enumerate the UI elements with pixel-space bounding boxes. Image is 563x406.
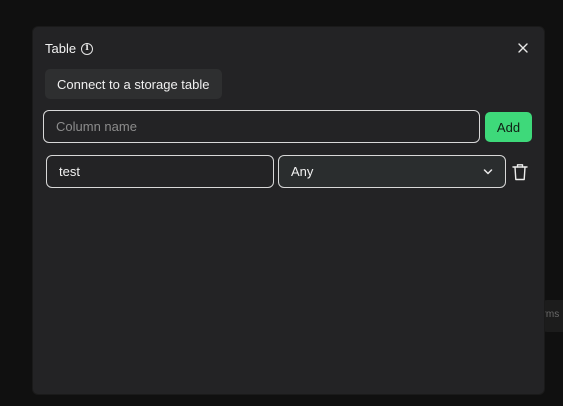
chevron-down-icon xyxy=(483,168,493,174)
background-panel: orms xyxy=(543,300,563,332)
add-column-button[interactable]: Add xyxy=(485,112,532,142)
delete-column-button[interactable] xyxy=(512,163,528,181)
close-icon xyxy=(518,43,528,53)
trash-icon xyxy=(512,164,528,181)
dialog-title: Table xyxy=(45,41,77,56)
column-type-select[interactable]: Any xyxy=(278,155,506,188)
info-icon[interactable]: i xyxy=(81,42,94,55)
dialog-header: Table i xyxy=(45,41,94,56)
column-name-field[interactable] xyxy=(46,155,274,188)
connect-storage-table-button[interactable]: Connect to a storage table xyxy=(45,69,222,99)
close-button[interactable] xyxy=(516,41,530,55)
table-dialog: Table i Connect to a storage table Add A… xyxy=(33,27,544,394)
column-name-input[interactable] xyxy=(43,110,480,143)
column-type-value: Any xyxy=(291,164,314,179)
background-panel-text: orms xyxy=(543,309,560,320)
